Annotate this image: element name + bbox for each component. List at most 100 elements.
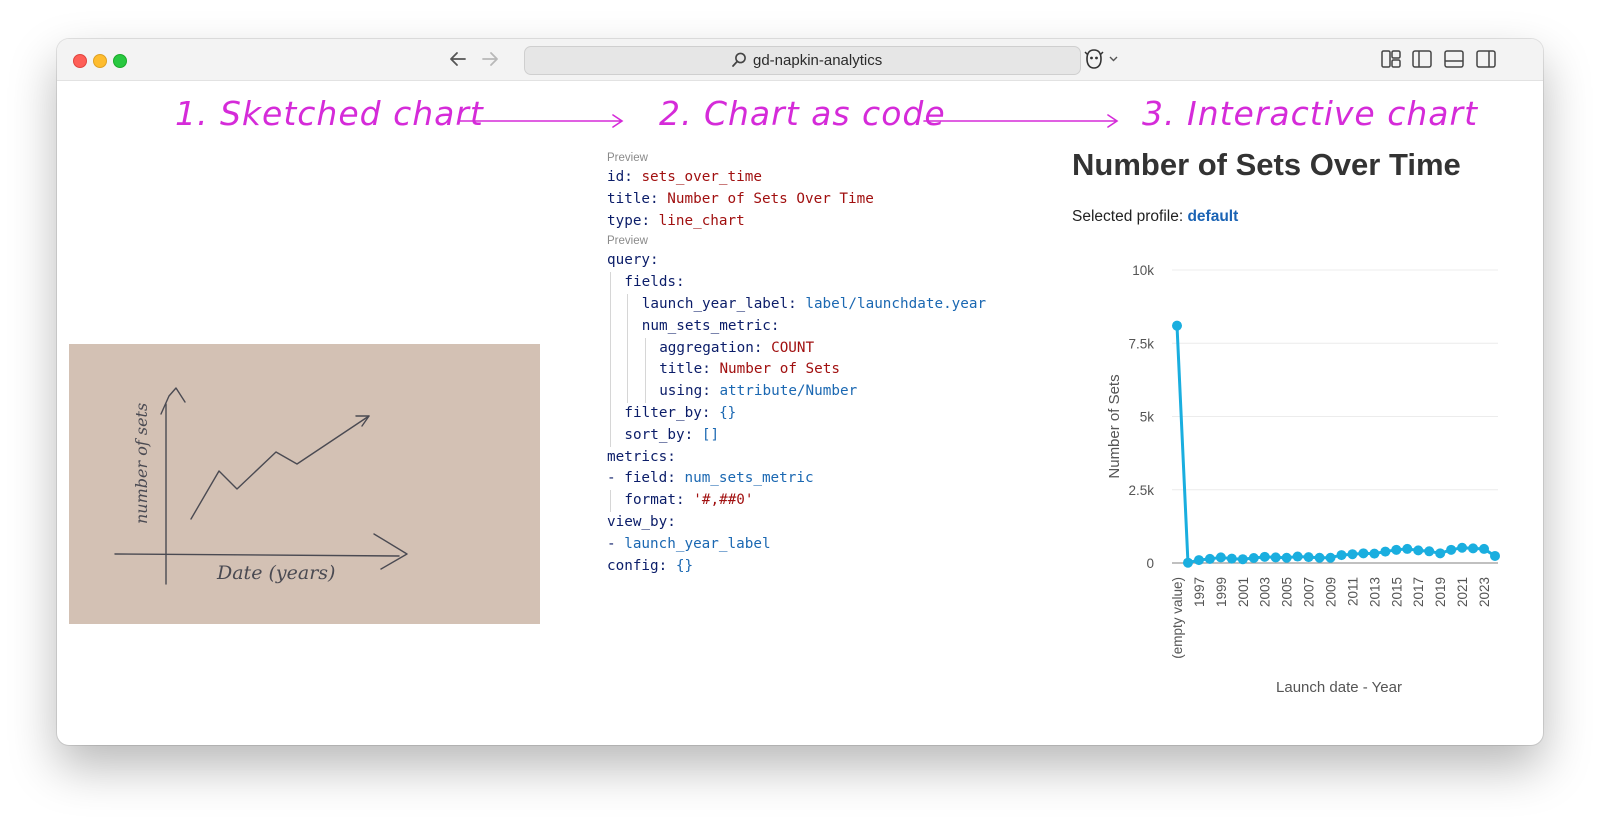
data-point [1314, 552, 1325, 563]
code-value: Number of Sets Over Time [667, 190, 874, 207]
data-point [1479, 543, 1490, 554]
data-point [1336, 550, 1347, 561]
data-point [1303, 552, 1314, 563]
data-point [1248, 553, 1259, 564]
code-value: launch_year_label [624, 535, 771, 552]
tab-overview-icon[interactable] [1380, 48, 1402, 70]
x-tick-label: 2023 [1477, 577, 1492, 607]
x-tick-label: 2021 [1455, 577, 1470, 607]
search-icon [732, 52, 746, 67]
x-tick-label: 2005 [1280, 577, 1295, 607]
preview-label: Preview [607, 235, 648, 248]
code-value: [] [701, 426, 720, 443]
code-line: - launch_year_label [607, 535, 771, 552]
data-point [1402, 543, 1413, 554]
step-sketched-chart-label: 1. Sketched chart [175, 94, 484, 133]
y-tick-label: 0 [1146, 556, 1154, 571]
code-value: num_sets_metric [684, 470, 814, 487]
page-content: 1. Sketched chart 2. Chart as code 3. In… [57, 81, 1543, 745]
data-point [1172, 320, 1182, 331]
code-value: '#,##0' [693, 492, 754, 509]
bottom-panel-icon[interactable] [1443, 48, 1465, 70]
x-tick-label: 2003 [1258, 577, 1273, 607]
code-key: type [607, 212, 642, 229]
code-value: label/launchdate.year [805, 295, 987, 312]
x-tick-label: 2015 [1389, 577, 1404, 607]
data-point [1358, 548, 1369, 559]
data-point [1424, 546, 1435, 557]
x-tick-label: 2011 [1345, 577, 1360, 606]
code-value: line_chart [658, 212, 745, 229]
code-line: fields: [624, 274, 685, 291]
code-key: field [624, 470, 668, 487]
right-arrow-icon [458, 114, 624, 128]
x-tick-label: (empty value) [1170, 577, 1185, 659]
data-point [1292, 551, 1303, 562]
left-sidebar-icon[interactable] [1411, 48, 1433, 70]
data-point [1237, 554, 1248, 565]
data-point [1369, 548, 1380, 559]
address-bar[interactable]: gd-napkin-analytics [524, 46, 1081, 75]
line-chart: 0 2.5k 5k 7.5k 10k (empty value) 1997 1999 2001 2… [1106, 263, 1500, 696]
data-point [1259, 551, 1270, 562]
data-point [1468, 543, 1479, 554]
code-line: sort_by: [] [624, 426, 720, 443]
code-key: id [607, 169, 625, 185]
code-key: using [659, 383, 703, 400]
sketch-y-label: number of sets [132, 403, 151, 524]
x-tick-label: 1999 [1214, 577, 1229, 607]
forward-arrow-icon[interactable] [478, 47, 502, 71]
code-line: view_by: [607, 513, 676, 530]
profile-menu-icon[interactable] [1083, 47, 1123, 71]
code-value: {} [675, 557, 694, 574]
y-axis-title: Number of Sets [1106, 374, 1123, 478]
x-tick-label: 2017 [1411, 577, 1426, 607]
minimize-window-button[interactable] [93, 54, 107, 68]
profile-link[interactable]: default [1187, 208, 1238, 225]
code-line: num_sets_metric: [641, 317, 780, 334]
x-axis-title: Launch date - Year [1276, 679, 1402, 696]
x-tick-label: 2007 [1302, 577, 1317, 607]
code-line: title: Number of Sets Over Time [607, 190, 874, 207]
y-tick-label: 7.5k [1128, 336, 1154, 351]
code-key: query [607, 252, 651, 269]
indent-guide [610, 272, 611, 447]
code-value: attribute/Number [719, 383, 858, 400]
code-line: format: '#,##0' [624, 492, 754, 509]
code-key: sort_by [624, 426, 685, 443]
code-key: config [607, 557, 659, 574]
code-value: Number of Sets [719, 361, 840, 378]
x-tick-label: 2009 [1324, 577, 1339, 607]
data-point [1490, 550, 1500, 561]
x-tick-label: 2001 [1236, 577, 1251, 607]
code-line: query: [607, 252, 659, 269]
yaml-code-block: Preview id: sets_over_time title: Number o… [607, 149, 986, 577]
x-tick-label: 2019 [1433, 577, 1448, 607]
code-line: config: {} [607, 557, 694, 574]
code-line: title: Number of Sets [659, 361, 840, 378]
zoom-window-button[interactable] [113, 54, 127, 68]
data-point [1347, 549, 1358, 560]
series-line [1175, 325, 1496, 565]
selected-profile: Selected profile: default [1072, 208, 1238, 226]
close-window-button[interactable] [73, 54, 87, 68]
y-tick-label: 5k [1140, 410, 1155, 425]
code-key: num_sets_metric [641, 317, 771, 334]
indent-guide [644, 337, 646, 403]
sketch-x-label: Date (years) [216, 562, 335, 584]
step-chart-as-code-label: 2. Chart as code [659, 94, 946, 133]
chart-title: Number of Sets Over Time [1072, 147, 1461, 182]
data-point [1270, 552, 1281, 563]
back-arrow-icon[interactable] [446, 47, 470, 71]
data-point [1380, 546, 1391, 557]
code-line: metrics: [607, 448, 676, 465]
right-sidebar-icon[interactable] [1475, 48, 1497, 70]
code-key: format [624, 492, 677, 509]
data-point [1446, 544, 1457, 555]
code-line: id: sets_over_time [607, 169, 762, 185]
data-point [1226, 553, 1237, 564]
code-key: aggregation [659, 339, 754, 356]
data-point [1204, 553, 1215, 564]
x-tick-label: 2013 [1367, 577, 1382, 607]
browser-window: gd-napkin-analytics 1. Sketched chart 2.… [57, 39, 1543, 745]
